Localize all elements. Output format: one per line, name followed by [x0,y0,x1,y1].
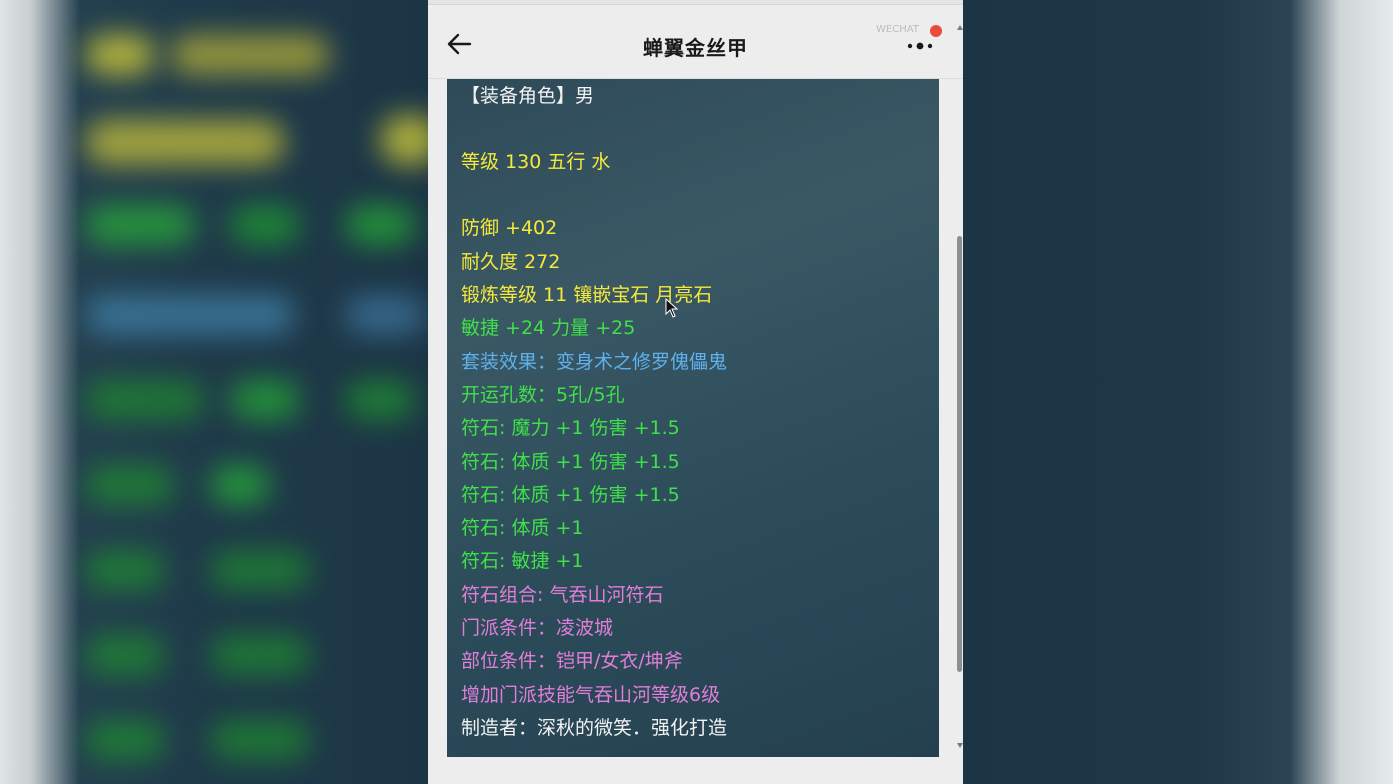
item-line-attributes: 敏捷 +24 力量 +25 [461,317,636,339]
blurred-game-panel [60,0,428,784]
more-options-button[interactable] [902,34,942,58]
scrollbar-thumb[interactable] [957,236,962,672]
item-line-skill-bonus: 增加门派技能气吞山河等级6级 [461,684,721,706]
item-line-rune-4: 符石: 体质 +1 [461,517,584,539]
mouse-cursor-icon [665,297,679,318]
item-line-holes: 开运孔数：5孔/5孔 [461,384,625,406]
item-line-role: 【装备角色】男 [461,85,595,107]
item-description-panel: 【装备角色】男 等级 130 五行 水 防御 +402 耐久度 272 锻炼等级… [447,79,939,757]
more-dots-icon [907,42,933,50]
scroll-down-arrow-icon[interactable] [957,743,963,748]
item-line-set-effect: 套装效果：变身术之修罗傀儡鬼 [461,351,728,373]
scroll-up-arrow-icon[interactable] [957,25,963,30]
item-line-rune-2: 符石: 体质 +1 伤害 +1.5 [461,451,680,473]
navigation-bar: 蝉翼金丝甲 WECHAT [428,6,963,79]
item-line-maker: 制造者：深秋的微笑．强化打造 [461,717,728,739]
item-line-rune-combo: 符石组合: 气吞山河符石 [461,584,664,606]
item-line-durability: 耐久度 272 [461,251,561,273]
item-line-school-req: 门派条件：凌波城 [461,617,614,639]
window-top-edge [428,0,963,5]
item-line-rune-3: 符石: 体质 +1 伤害 +1.5 [461,484,680,506]
item-line-defense: 防御 +402 [461,217,558,239]
mobile-window: 蝉翼金丝甲 WECHAT 【装备角色】男 等级 130 五行 水 防御 +402… [428,0,963,784]
item-line-rune-1: 符石: 魔力 +1 伤害 +1.5 [461,417,680,439]
item-line-level: 等级 130 五行 水 [461,151,611,173]
item-line-slot-req: 部位条件：铠甲/女衣/坤斧 [461,650,683,672]
item-line-rune-5: 符石: 敏捷 +1 [461,550,584,572]
